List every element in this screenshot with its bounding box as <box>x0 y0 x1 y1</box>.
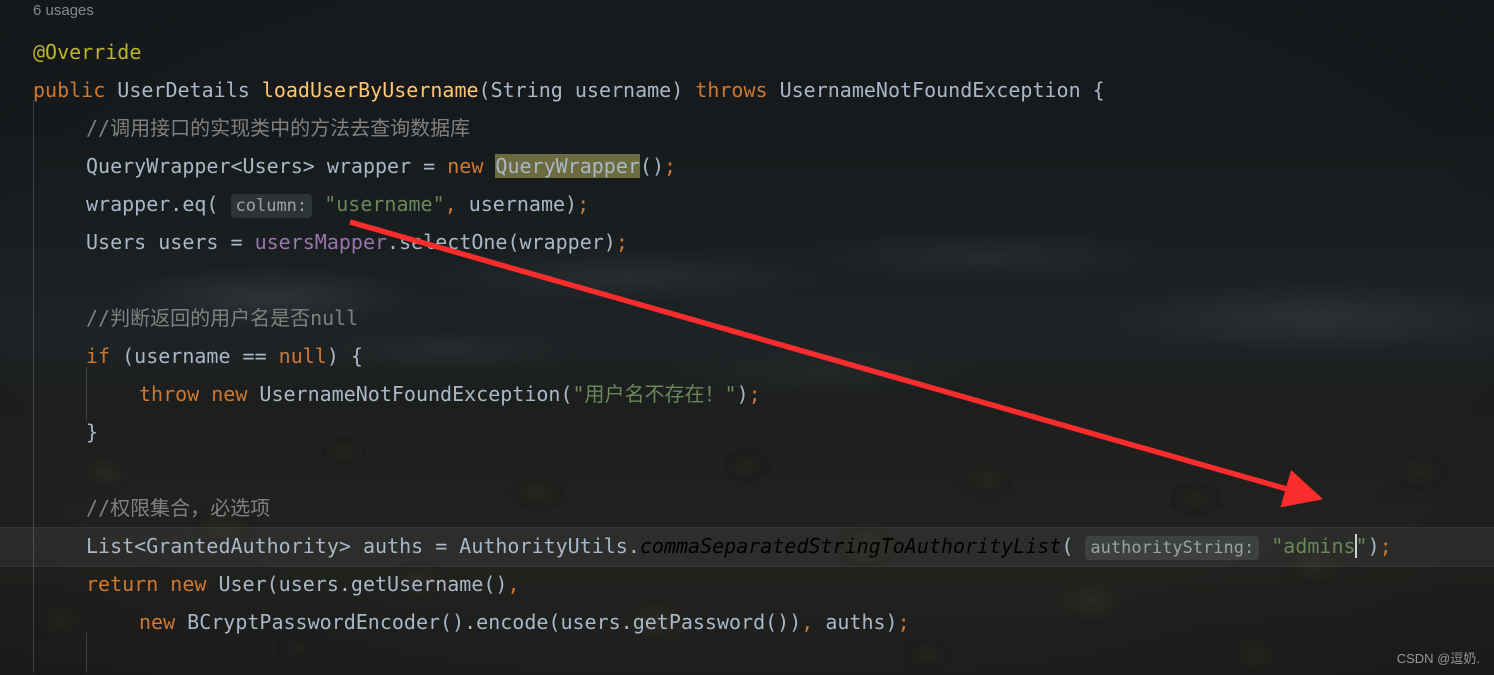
code-text-area[interactable]: @Override public UserDetails loadUserByUs… <box>0 0 1494 675</box>
line-bcrypt-encode-token-1: BCryptPasswordEncoder().encode(users.get… <box>187 610 802 634</box>
line-authority-list-token-8: ) <box>1367 534 1380 558</box>
line-authority-list-token-4 <box>1259 534 1271 558</box>
line-throw-exception-token-3: "用户名不存在！" <box>572 382 737 406</box>
line-bcrypt-encode-token-4: ; <box>897 610 910 634</box>
line-bcrypt-encode-token-3: auths) <box>813 610 898 634</box>
line-method-signature-token-5: UsernameNotFoundException { <box>779 78 1105 102</box>
line-throw-exception[interactable]: throw new UsernameNotFoundException("用户名… <box>139 375 761 413</box>
line-wrapper-eq[interactable]: wrapper.eq( column: "username", username… <box>86 185 589 223</box>
line-method-signature[interactable]: public UserDetails loadUserByUsername(St… <box>33 71 1105 109</box>
line-authority-list-token-5: "admins <box>1271 534 1356 558</box>
line-throw-exception-token-2: UsernameNotFoundException( <box>259 382 573 406</box>
line-return-user-token-2: User(users.getUsername() <box>218 572 508 596</box>
line-throw-exception-token-0: throw <box>139 382 212 406</box>
line-throw-exception-token-4: ) <box>736 382 749 406</box>
line-bcrypt-encode-token-0: new <box>139 610 188 634</box>
line-new-querywrapper-token-2: QueryWrapper <box>495 154 640 178</box>
line-method-signature-token-2: loadUserByUsername <box>261 78 479 102</box>
code-editor[interactable]: 6 usages @Override public UserDetails loa… <box>0 0 1494 675</box>
line-return-user[interactable]: return new User(users.getUsername(), <box>86 565 520 603</box>
line-authority-list-token-3: authorityString: <box>1085 536 1260 560</box>
line-authority-list-token-2: ( <box>1061 534 1086 558</box>
line-wrapper-eq-token-2 <box>312 192 324 216</box>
line-new-querywrapper-token-1: new <box>447 154 496 178</box>
line-wrapper-eq-token-4: , <box>444 192 457 216</box>
line-return-user-token-3: , <box>507 572 520 596</box>
line-select-one-token-3: ; <box>615 230 628 254</box>
line-new-querywrapper-token-0: QueryWrapper<Users> wrapper = <box>86 154 448 178</box>
line-new-querywrapper[interactable]: QueryWrapper<Users> wrapper = new QueryW… <box>86 147 676 185</box>
line-wrapper-eq-token-6: ; <box>577 192 590 216</box>
line-authority-list[interactable]: List<GrantedAuthority> auths = Authority… <box>86 527 1392 565</box>
line-select-one-token-0: Users users = <box>86 230 255 254</box>
line-return-user-token-0: return <box>86 572 171 596</box>
csdn-watermark: CSDN @逗奶. <box>1396 651 1480 666</box>
line-select-one-token-1: usersMapper <box>254 230 388 254</box>
line-new-querywrapper-token-3: () <box>639 154 664 178</box>
line-method-signature-token-3: (String username) <box>478 78 696 102</box>
line-select-one-token-2: .selectOne(wrapper) <box>387 230 616 254</box>
line-new-querywrapper-token-4: ; <box>664 154 677 178</box>
line-authority-list-token-1: commaSeparatedStringToAuthorityList <box>639 534 1062 558</box>
line-wrapper-eq-token-1: column: <box>230 194 313 218</box>
line-if-null-token-2: null <box>278 344 327 368</box>
line-throw-exception-token-5: ; <box>748 382 761 406</box>
line-authority-list-token-9: ; <box>1379 534 1392 558</box>
line-return-user-token-1: new <box>170 572 219 596</box>
line-comment-check-null[interactable]: //判断返回的用户名是否null <box>86 299 358 337</box>
line-bcrypt-encode-token-2: , <box>801 610 814 634</box>
line-authority-list-token-0: List<GrantedAuthority> auths = Authority… <box>86 534 640 558</box>
line-bcrypt-encode[interactable]: new BCryptPasswordEncoder().encode(users… <box>139 603 910 641</box>
line-override-token-0: @Override <box>33 40 142 64</box>
line-wrapper-eq-token-5: username) <box>456 192 578 216</box>
line-comment-authority[interactable]: //权限集合，必选项 <box>86 489 270 527</box>
line-comment-query-db-token-0: //调用接口的实现类中的方法去查询数据库 <box>86 116 471 140</box>
line-if-null[interactable]: if (username == null) { <box>86 337 363 375</box>
line-method-signature-token-0: public <box>33 78 118 102</box>
line-select-one[interactable]: Users users = usersMapper.selectOne(wrap… <box>86 223 628 261</box>
line-method-signature-token-4: throws <box>695 78 780 102</box>
line-wrapper-eq-token-0: wrapper.eq( <box>86 192 231 216</box>
line-if-null-token-1: (username == <box>122 344 279 368</box>
line-close-if-token-0: } <box>86 420 99 444</box>
line-close-if[interactable]: } <box>86 413 98 451</box>
line-if-null-token-3: ) { <box>326 344 363 368</box>
line-comment-authority-token-0: //权限集合，必选项 <box>86 496 271 520</box>
line-override[interactable]: @Override <box>33 33 141 71</box>
line-authority-list-token-7: " <box>1355 534 1368 558</box>
line-comment-query-db[interactable]: //调用接口的实现类中的方法去查询数据库 <box>86 109 470 147</box>
line-if-null-token-0: if <box>86 344 123 368</box>
line-wrapper-eq-token-3: "username" <box>324 192 445 216</box>
line-comment-check-null-token-0: //判断返回的用户名是否null <box>86 306 359 330</box>
line-throw-exception-token-1: new <box>211 382 260 406</box>
line-method-signature-token-1: UserDetails <box>117 78 262 102</box>
